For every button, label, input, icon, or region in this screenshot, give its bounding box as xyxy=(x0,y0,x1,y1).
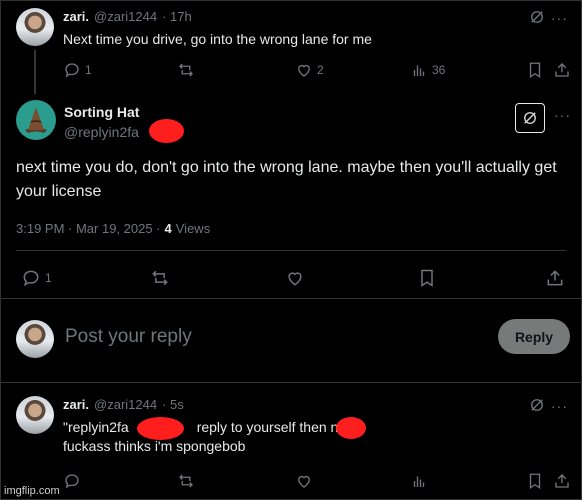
tweet-text: Next time you drive, go into the wrong l… xyxy=(63,31,372,47)
reply-icon xyxy=(21,268,41,288)
tweet-text-line-2: fuckass thinks i'm spongebob xyxy=(63,438,246,454)
tweet-text-part: reply to yourself then n xyxy=(196,419,339,435)
redaction-mark xyxy=(149,119,184,143)
heart-icon xyxy=(285,268,305,288)
reply-count: 1 xyxy=(45,271,52,285)
author-name[interactable]: zari. xyxy=(63,397,89,412)
sorting-hat-icon xyxy=(25,107,47,133)
share-icon xyxy=(553,472,571,490)
share-action[interactable] xyxy=(545,268,565,293)
share-action[interactable] xyxy=(553,61,571,84)
repost-icon xyxy=(150,268,170,288)
divider xyxy=(16,250,566,251)
reply-button[interactable]: Reply xyxy=(498,319,570,354)
bookmark-icon xyxy=(526,472,544,490)
avatar[interactable] xyxy=(16,396,54,434)
bookmark-action[interactable] xyxy=(526,472,544,495)
reply-action[interactable]: 1 xyxy=(63,61,92,79)
views-icon xyxy=(410,61,428,79)
like-action[interactable] xyxy=(295,472,313,495)
views-action[interactable]: 36 xyxy=(410,61,445,79)
reply-icon xyxy=(63,61,81,79)
views-count: 4 xyxy=(164,221,172,236)
tweet-time[interactable]: · 5s xyxy=(162,397,184,412)
views-label: Views xyxy=(175,221,211,236)
author-handle[interactable]: @zari1244 xyxy=(94,9,157,24)
tweet-timestamp[interactable]: 3:19 PM · Mar 19, 2025 · xyxy=(16,221,161,236)
grok-icon xyxy=(521,109,539,127)
reply-action[interactable] xyxy=(63,472,81,495)
like-action[interactable] xyxy=(285,268,305,293)
share-icon xyxy=(553,61,571,79)
grok-icon[interactable] xyxy=(527,395,547,415)
tweet-meta: 3:19 PM · Mar 19, 2025 · 4 Views xyxy=(16,221,210,236)
more-icon[interactable]: ··· xyxy=(551,398,568,414)
avatar xyxy=(16,320,54,358)
bookmark-action[interactable] xyxy=(526,61,544,84)
tweet-text: next time you do, don't go into the wron… xyxy=(16,159,557,200)
grok-icon[interactable] xyxy=(527,7,547,27)
avatar[interactable] xyxy=(16,8,54,46)
bookmark-icon xyxy=(417,268,437,288)
tweet-text-part: "replyin2fa xyxy=(63,419,129,435)
author-name[interactable]: Sorting Hat xyxy=(64,104,139,120)
heart-icon xyxy=(295,472,313,490)
views-action[interactable] xyxy=(410,472,428,495)
repost-action[interactable] xyxy=(177,61,195,84)
redaction-mark xyxy=(336,417,366,439)
bookmark-action[interactable] xyxy=(417,268,437,293)
author-handle[interactable]: @zari1244 xyxy=(94,397,157,412)
thread-line xyxy=(34,50,36,94)
heart-icon xyxy=(295,61,313,79)
divider xyxy=(0,382,582,383)
repost-action[interactable] xyxy=(150,268,170,293)
repost-action[interactable] xyxy=(177,472,195,495)
share-icon xyxy=(545,268,565,288)
tweet-text-line-1: "replyin2fa reply to yourself then n xyxy=(63,418,338,436)
reply-input[interactable]: Post your reply xyxy=(65,326,192,348)
reply-count: 1 xyxy=(85,63,92,77)
tweet-time[interactable]: · 17h xyxy=(162,9,192,24)
watermark: imgflip.com xyxy=(4,485,60,497)
reply-action[interactable]: 1 xyxy=(21,268,52,288)
share-action[interactable] xyxy=(553,472,571,495)
repost-icon xyxy=(177,472,195,490)
repost-icon xyxy=(177,61,195,79)
reply-icon xyxy=(63,472,81,490)
views-icon xyxy=(410,472,428,490)
author-name[interactable]: zari. xyxy=(63,9,89,24)
avatar[interactable] xyxy=(16,100,56,140)
grok-button[interactable] xyxy=(515,103,545,133)
more-icon[interactable]: ··· xyxy=(551,10,568,26)
like-action[interactable]: 2 xyxy=(295,61,324,79)
author-handle[interactable]: @replyin2fa xyxy=(64,124,139,140)
like-count: 2 xyxy=(317,63,324,77)
divider xyxy=(0,298,582,299)
bookmark-icon xyxy=(526,61,544,79)
views-count: 36 xyxy=(432,63,446,77)
more-icon[interactable]: ··· xyxy=(554,107,571,123)
